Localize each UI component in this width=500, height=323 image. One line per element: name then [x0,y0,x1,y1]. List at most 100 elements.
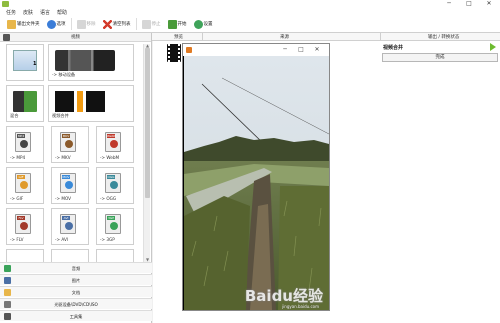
to-avi-label: -> AVI [55,237,69,242]
to-mkv-tile[interactable]: MKV -> MKV [51,126,89,163]
to-flv-tile[interactable]: FLV -> FLV [6,208,44,245]
more-format-tile[interactable] [96,249,134,262]
play-icon[interactable] [490,43,496,51]
video-thumbnail-icon[interactable] [167,44,181,62]
picture-category[interactable]: 图片 [0,274,152,285]
video-category-header[interactable]: 视频 [0,33,151,42]
audio-category[interactable]: 音频 [0,262,152,273]
task-status-badge: 完成 [382,53,498,62]
avi-reel [65,222,73,230]
ogg-icon: OGG [105,173,121,193]
gif-reel [20,181,28,189]
to-webm-label: -> WebM [100,155,120,160]
picture-category-label: 图片 [71,278,81,283]
to-3gp-label: -> 3GP [100,237,115,242]
custom-profile-tile[interactable]: 1 [6,44,44,81]
mp4-reel [20,140,28,148]
baidu-watermark: Baidu经验 [244,287,323,305]
mkv-tag: MKV [62,134,70,138]
webm-icon: WebM [105,132,121,152]
mix-label: 混合 [10,113,19,118]
window-close-button[interactable]: ✕ [480,0,498,8]
to-avi-tile[interactable]: AVI -> AVI [51,208,89,245]
to-gif-tile[interactable]: GIF -> GIF [6,167,44,204]
to-mov-tile[interactable]: MOV -> MOV [51,167,89,204]
video-player-window: ─ □ ✕ Baidu经验 jingyan.baidu.com [182,43,330,311]
3gp-icon: 3GP [105,214,121,234]
stop-icon [141,19,151,29]
task-status-cell: 视频合并 完成 [382,42,498,72]
to-webm-tile[interactable]: WebM -> WebM [96,126,134,163]
video-function-grid: 1 -> 移动设备 混合 视频合并 MP4 -> MP4 MKV -> MKV … [4,44,140,262]
disc-category[interactable]: 光驱设备\DVD\CD\ISO [0,298,152,309]
player-logo-icon [186,47,192,53]
to-mp4-label: -> MP4 [10,155,26,160]
more-format-tile[interactable] [6,249,44,262]
mov-tag: MOV [62,175,70,179]
settings-button[interactable]: 设置 [192,17,215,31]
menu-skin[interactable]: 皮肤 [23,9,33,16]
more-format-tile[interactable] [51,249,89,262]
player-titlebar: ─ □ ✕ [183,44,329,56]
video-frame[interactable]: Baidu经验 jingyan.baidu.com [184,56,329,310]
output-status-column-header[interactable]: 输出 / 转换状态 [428,34,459,40]
document-category[interactable]: 文档 [0,286,152,297]
ogg-tag: OGG [107,175,115,179]
to-mkv-label: -> MKV [55,155,71,160]
toolbar-divider [70,18,72,30]
options-button[interactable]: 选项 [45,17,68,31]
start-label: 开始 [177,22,187,27]
mp4-tag: MP4 [17,134,25,138]
stop-label: 停止 [151,22,161,27]
mix-tile[interactable]: 混合 [6,85,44,122]
video-scene [184,56,329,310]
to-3gp-tile[interactable]: 3GP -> 3GP [96,208,134,245]
start-button[interactable]: 开始 [166,17,189,31]
toolbox-category[interactable]: 工具集 [0,310,152,321]
scroll-thumb[interactable] [145,48,150,198]
flv-reel [20,222,28,230]
flv-tag: FLV [17,216,25,220]
audio-category-label: 音频 [71,266,81,271]
to-ogg-label: -> OGG [100,196,117,201]
options-icon [46,19,56,29]
to-mp4-tile[interactable]: MP4 -> MP4 [6,126,44,163]
menu-task[interactable]: 任务 [6,9,16,16]
player-close-button[interactable]: ✕ [311,45,323,55]
mov-icon: MOV [60,173,76,193]
player-maximize-button[interactable]: □ [295,45,307,55]
toolbar-divider [135,18,137,30]
mov-reel [65,181,73,189]
baidu-watermark-url: jingyan.baidu.com [282,304,319,309]
window-maximize-button[interactable]: □ [460,0,478,8]
function-panel-scrollbar[interactable]: ▲ ▼ [143,44,150,262]
mobile-device-tile[interactable]: -> 移动设备 [48,44,134,81]
mkv-reel [65,140,73,148]
mkv-icon: MKV [60,132,76,152]
preview-column-header[interactable]: 预览 [174,34,183,40]
output-folder-button[interactable]: 输出文件夹 [5,17,42,31]
stop-button[interactable]: 停止 [140,17,163,31]
webm-tag: WebM [107,134,117,138]
gif-tag: GIF [17,175,25,179]
player-minimize-button[interactable]: ─ [279,45,291,55]
menu-bar: 任务 皮肤 语言 帮助 [0,8,500,16]
document-category-label: 文档 [71,290,81,295]
window-minimize-button[interactable]: ─ [440,0,458,8]
avi-icon: AVI [60,214,76,234]
mix-icon [13,91,37,112]
start-icon [167,19,177,29]
menu-help[interactable]: 帮助 [57,9,67,16]
menu-language[interactable]: 语言 [40,9,50,16]
remove-button[interactable]: 移除 [75,17,98,31]
ogg-reel [110,181,118,189]
output-folder-label: 输出文件夹 [17,22,40,27]
video-join-label: 视频合并 [52,113,69,118]
mobile-device-label: -> 移动设备 [52,72,76,77]
source-column-header[interactable]: 来源 [280,34,289,40]
to-ogg-tile[interactable]: OGG -> OGG [96,167,134,204]
video-join-tile[interactable]: 视频合并 [48,85,134,122]
clear-list-button[interactable]: 清空列表 [101,17,133,31]
disc-category-label: 光驱设备\DVD\CD\ISO [54,302,98,307]
to-gif-label: -> GIF [10,196,24,201]
